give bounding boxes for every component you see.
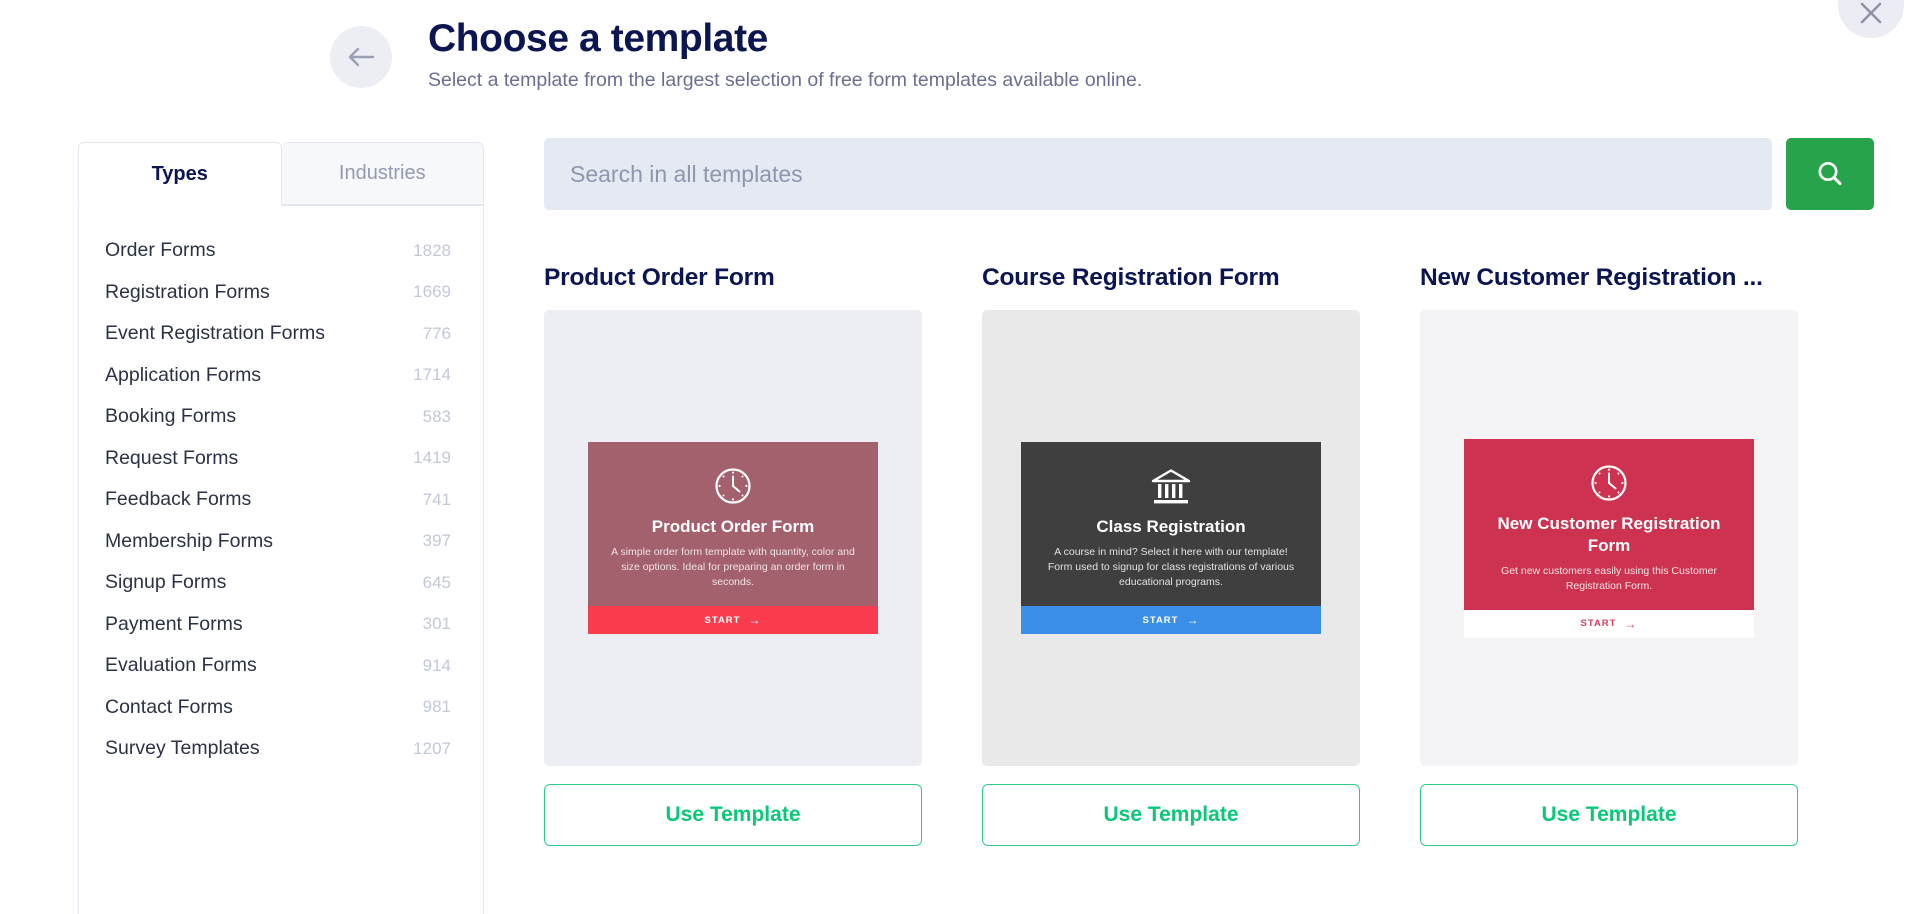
type-label: Order Forms (105, 239, 216, 262)
clock-icon (1480, 461, 1738, 505)
close-icon (1858, 0, 1884, 26)
list-item[interactable]: Membership Forms 397 (79, 521, 483, 563)
close-button[interactable] (1838, 0, 1904, 38)
clock-icon (604, 464, 862, 508)
list-item[interactable]: Payment Forms 301 (79, 604, 483, 646)
list-item[interactable]: Application Forms 1714 (79, 355, 483, 397)
choose-template-modal: Choose a template Select a template from… (0, 0, 1920, 914)
list-item[interactable]: Event Registration Forms 776 (79, 313, 483, 355)
main-panel: Product Order Form (544, 138, 1874, 846)
template-card-title: New Customer Registration ... (1420, 264, 1763, 291)
template-preview[interactable]: New Customer Registration Form Get new c… (1420, 310, 1798, 766)
list-item[interactable]: Booking Forms 583 (79, 396, 483, 438)
tab-industries[interactable]: Industries (281, 142, 484, 205)
type-label: Feedback Forms (105, 488, 252, 511)
sidebar: Types Industries Order Forms 1828 Regist… (78, 142, 484, 914)
type-count: 776 (422, 323, 451, 343)
template-card[interactable]: Product Order Form Product Order Form A … (544, 264, 922, 846)
template-preview[interactable]: Product Order Form A simple order form t… (544, 310, 922, 766)
type-label: Registration Forms (105, 280, 270, 303)
template-card[interactable]: Course Registration Form Class Registrat… (982, 264, 1360, 846)
use-template-button[interactable]: Use Template (982, 784, 1360, 846)
template-cards: Product Order Form Product Order Form A … (544, 264, 1874, 846)
header-text-block: Choose a template Select a template from… (428, 16, 1142, 94)
tab-types-label: Types (151, 162, 208, 185)
type-label: Contact Forms (105, 695, 233, 718)
mini-form-description: Get new customers easily using this Cust… (1501, 564, 1717, 592)
type-count: 1669 (413, 282, 451, 302)
type-label: Evaluation Forms (105, 654, 257, 677)
tab-types[interactable]: Types (78, 142, 282, 206)
sidebar-tabs: Types Industries (78, 142, 484, 206)
back-button[interactable] (330, 26, 392, 88)
type-label: Signup Forms (105, 571, 227, 594)
type-label: Payment Forms (105, 612, 243, 635)
template-card-title: Product Order Form (544, 264, 775, 291)
type-count: 645 (422, 572, 451, 592)
mini-form-heading: Product Order Form (651, 517, 815, 536)
type-label: Request Forms (105, 446, 239, 469)
type-count: 583 (422, 406, 451, 426)
mini-form-mockup: Product Order Form A simple order form t… (588, 442, 878, 634)
search-input[interactable] (544, 138, 1772, 210)
mini-form-description: A course in mind? Select it here with ou… (1047, 546, 1295, 588)
type-count: 397 (422, 531, 451, 551)
list-item[interactable]: Feedback Forms 741 (79, 479, 483, 521)
type-count: 981 (422, 697, 451, 717)
tab-industries-label: Industries (338, 162, 426, 184)
mini-form-start-label: START (1142, 614, 1179, 626)
type-count: 301 (422, 614, 451, 634)
type-label: Survey Templates (105, 737, 260, 760)
type-count: 914 (422, 655, 451, 675)
list-item[interactable]: Registration Forms 1669 (79, 272, 483, 314)
page-subtitle: Select a template from the largest selec… (428, 69, 1143, 91)
type-label: Application Forms (105, 363, 262, 386)
modal-header: Choose a template Select a template from… (0, 0, 1920, 110)
mini-form-start-label: START (704, 614, 741, 626)
arrow-right-icon: → (748, 613, 762, 627)
use-template-button[interactable]: Use Template (544, 784, 922, 846)
page-title: Choose a template (428, 17, 768, 60)
search-button[interactable] (1786, 138, 1874, 210)
arrow-left-icon (347, 46, 375, 68)
mini-form-start-bar[interactable]: START → (1464, 609, 1754, 638)
type-label: Booking Forms (105, 405, 237, 428)
mini-form-description: A simple order form template with quanti… (611, 546, 855, 588)
mini-form-mockup: New Customer Registration Form Get new c… (1464, 438, 1754, 638)
template-card-title: Course Registration Form (982, 264, 1280, 291)
template-card[interactable]: New Customer Registration ... New Custom… (1420, 264, 1798, 846)
type-label: Membership Forms (105, 529, 273, 552)
bank-icon (1037, 464, 1305, 508)
template-type-list[interactable]: Order Forms 1828 Registration Forms 1669… (78, 206, 484, 914)
mini-form-mockup: Class Registration A course in mind? Sel… (1021, 442, 1321, 634)
mini-form-start-label: START (1580, 618, 1617, 629)
mini-form-start-bar[interactable]: START → (588, 606, 878, 634)
arrow-right-icon: → (1186, 613, 1200, 627)
type-count: 1828 (413, 240, 451, 260)
template-preview[interactable]: Class Registration A course in mind? Sel… (982, 310, 1360, 766)
use-template-button[interactable]: Use Template (1420, 784, 1798, 846)
mini-form-heading: Class Registration (1096, 517, 1246, 536)
list-item[interactable]: Evaluation Forms 914 (79, 645, 483, 687)
list-item[interactable]: Survey Templates 1207 (79, 728, 483, 770)
type-count: 741 (422, 489, 451, 509)
search-row (544, 138, 1874, 210)
mini-form-heading: New Customer Registration Form (1497, 513, 1721, 555)
list-item[interactable]: Signup Forms 645 (79, 562, 483, 604)
type-count: 1419 (413, 448, 451, 468)
list-item[interactable]: Request Forms 1419 (79, 438, 483, 480)
mini-form-start-bar[interactable]: START → (1021, 606, 1321, 634)
arrow-right-icon: → (1624, 616, 1638, 631)
search-icon (1814, 158, 1846, 190)
list-item[interactable]: Order Forms 1828 (79, 230, 483, 272)
type-label: Event Registration Forms (105, 322, 325, 345)
type-count: 1207 (413, 738, 451, 758)
list-item[interactable]: Contact Forms 981 (79, 687, 483, 729)
type-count: 1714 (413, 365, 451, 385)
